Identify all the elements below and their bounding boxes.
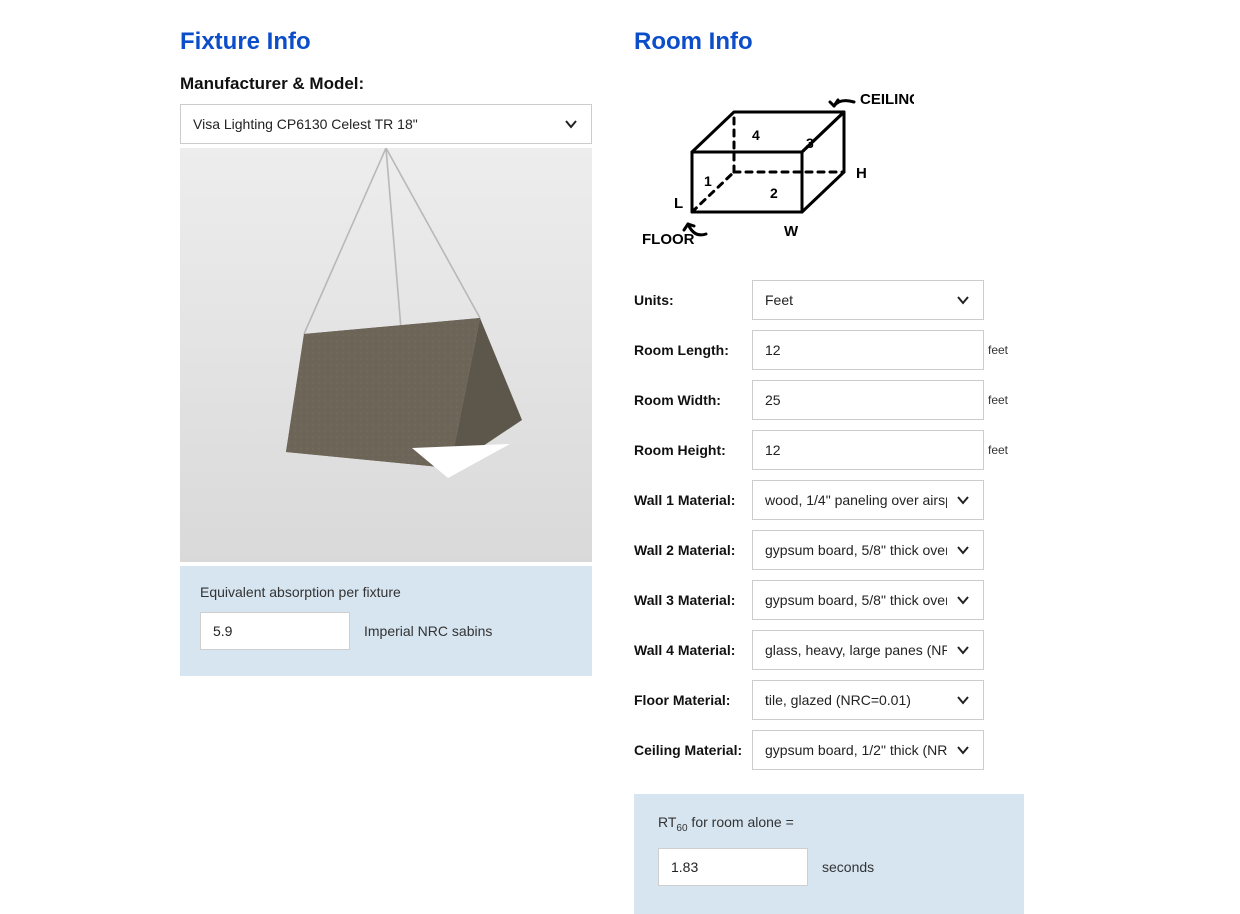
svg-text:FLOOR: FLOOR <box>642 231 695 248</box>
wall1-select[interactable]: wood, 1/4" paneling over airspace <box>752 480 984 520</box>
wall1-label: Wall 1 Material: <box>634 492 752 508</box>
length-suffix: feet <box>984 343 1016 357</box>
svg-text:CEILING: CEILING <box>860 91 914 108</box>
chevron-down-icon <box>955 642 971 658</box>
room-sketch-diagram: CEILING FLOOR L W H 1 2 3 4 <box>634 74 914 254</box>
wall1-value: wood, 1/4" paneling over airspace <box>765 492 947 508</box>
wall4-label: Wall 4 Material: <box>634 642 752 658</box>
units-value: Feet <box>765 292 793 308</box>
rt60-unit: seconds <box>822 859 874 875</box>
wall2-value: gypsum board, 5/8" thick over ins <box>765 542 947 558</box>
manufacturer-select[interactable]: Visa Lighting CP6130 Celest TR 18" <box>180 104 592 144</box>
room-info-panel: Room Info <box>634 28 1074 914</box>
floor-label: Floor Material: <box>634 692 752 708</box>
svg-text:2: 2 <box>770 185 778 201</box>
absorption-value: 5.9 <box>200 612 350 650</box>
chevron-down-icon <box>955 692 971 708</box>
fixture-info-panel: Fixture Info Manufacturer & Model: Visa … <box>180 28 592 914</box>
chevron-down-icon <box>955 492 971 508</box>
svg-text:4: 4 <box>752 127 760 143</box>
ceiling-select[interactable]: gypsum board, 1/2" thick (NRC=0 <box>752 730 984 770</box>
room-length-input[interactable] <box>752 330 984 370</box>
units-label: Units: <box>634 292 752 308</box>
fixture-preview-image <box>180 148 592 562</box>
rt60-caption: RT60 for room alone = <box>658 814 1000 834</box>
height-suffix: feet <box>984 443 1016 457</box>
wall4-select[interactable]: glass, heavy, large panes (NRC=0 <box>752 630 984 670</box>
wall3-select[interactable]: gypsum board, 5/8" thick over ins <box>752 580 984 620</box>
fixture-info-title: Fixture Info <box>180 28 592 56</box>
ceiling-value: gypsum board, 1/2" thick (NRC=0 <box>765 742 947 758</box>
svg-text:W: W <box>784 223 799 240</box>
chevron-down-icon <box>563 116 579 132</box>
width-suffix: feet <box>984 393 1016 407</box>
room-height-label: Room Height: <box>634 442 752 458</box>
chevron-down-icon <box>955 292 971 308</box>
absorption-unit: Imperial NRC sabins <box>364 623 492 639</box>
room-info-title: Room Info <box>634 28 1074 56</box>
svg-text:H: H <box>856 165 867 182</box>
rt60-value: 1.83 <box>658 848 808 886</box>
absorption-caption: Equivalent absorption per fixture <box>200 584 572 600</box>
wall3-value: gypsum board, 5/8" thick over ins <box>765 592 947 608</box>
chevron-down-icon <box>955 742 971 758</box>
absorption-panel: Equivalent absorption per fixture 5.9 Im… <box>180 566 592 676</box>
units-select[interactable]: Feet <box>752 280 984 320</box>
manufacturer-model-label: Manufacturer & Model: <box>180 74 592 94</box>
room-width-input[interactable] <box>752 380 984 420</box>
svg-text:L: L <box>674 195 683 212</box>
wall4-value: glass, heavy, large panes (NRC=0 <box>765 642 947 658</box>
wall3-label: Wall 3 Material: <box>634 592 752 608</box>
floor-select[interactable]: tile, glazed (NRC=0.01) <box>752 680 984 720</box>
rt60-panel: RT60 for room alone = 1.83 seconds <box>634 794 1024 914</box>
room-length-label: Room Length: <box>634 342 752 358</box>
wall2-label: Wall 2 Material: <box>634 542 752 558</box>
ceiling-label: Ceiling Material: <box>634 742 752 758</box>
room-height-input[interactable] <box>752 430 984 470</box>
manufacturer-select-value: Visa Lighting CP6130 Celest TR 18" <box>193 116 418 132</box>
floor-value: tile, glazed (NRC=0.01) <box>765 692 911 708</box>
svg-text:1: 1 <box>704 173 712 189</box>
svg-text:3: 3 <box>806 135 814 151</box>
wall2-select[interactable]: gypsum board, 5/8" thick over ins <box>752 530 984 570</box>
chevron-down-icon <box>955 542 971 558</box>
room-width-label: Room Width: <box>634 392 752 408</box>
chevron-down-icon <box>955 592 971 608</box>
